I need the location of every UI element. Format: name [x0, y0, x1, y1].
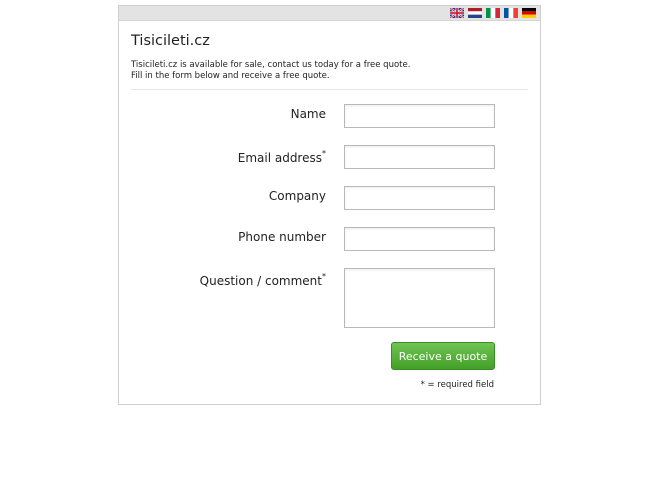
required-field-note: * = required field: [420, 380, 494, 390]
comment-textarea[interactable]: [344, 268, 495, 328]
receive-quote-button[interactable]: Receive a quote: [391, 342, 495, 370]
intro-line-2: Fill in the form below and receive a fre…: [131, 70, 330, 81]
company-input[interactable]: [344, 186, 495, 210]
flag-fr-icon[interactable]: [504, 8, 518, 18]
intro-text: Tisicileti.cz is available for sale, con…: [131, 60, 410, 81]
top-bar: [119, 6, 540, 21]
phone-label: Phone number: [238, 230, 326, 244]
email-input[interactable]: [344, 145, 495, 169]
name-label: Name: [290, 107, 326, 121]
name-input[interactable]: [344, 104, 495, 128]
flag-uk-icon[interactable]: [450, 8, 464, 18]
email-label-group: Email address*: [237, 149, 326, 165]
divider: [131, 89, 528, 90]
quote-card: Tisicileti.cz Tisicileti.cz is available…: [118, 5, 541, 405]
intro-line-1: Tisicileti.cz is available for sale, con…: [131, 60, 411, 70]
comment-label-group: Question / comment*: [199, 272, 326, 288]
flag-de-icon[interactable]: [522, 8, 536, 18]
phone-input[interactable]: [344, 227, 495, 251]
flag-it-icon[interactable]: [486, 8, 500, 18]
flag-nl-icon[interactable]: [468, 8, 482, 18]
page-title: Tisicileti.cz: [131, 33, 210, 49]
comment-label: Question / comment: [199, 274, 322, 288]
language-selector: [450, 8, 536, 18]
required-marker: *: [322, 272, 326, 281]
email-label: Email address: [237, 151, 322, 165]
company-label: Company: [268, 189, 326, 203]
required-marker: *: [322, 149, 326, 158]
